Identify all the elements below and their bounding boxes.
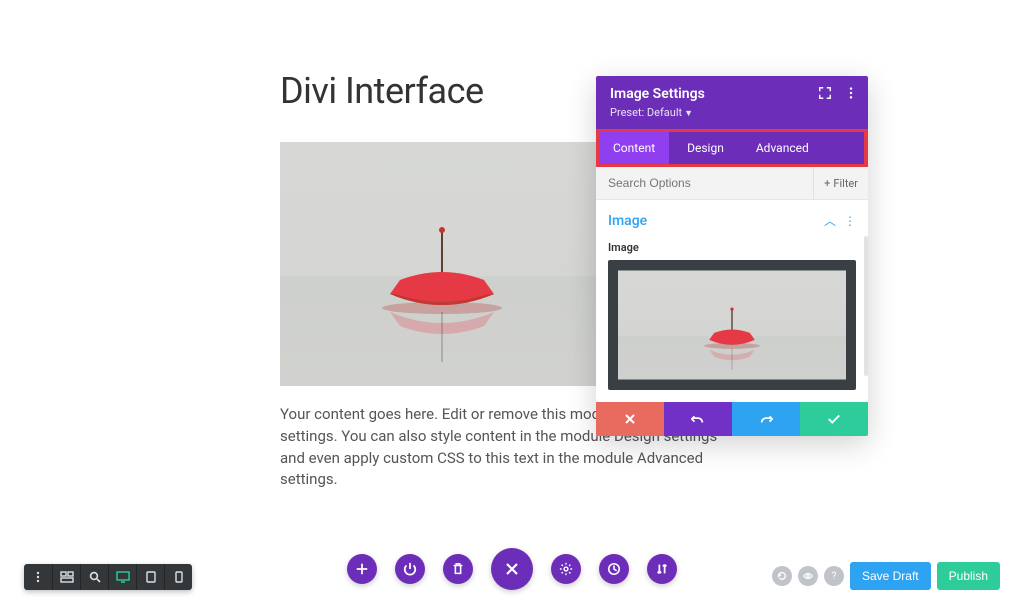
save-draft-button[interactable]: Save Draft [850,562,931,590]
discard-button[interactable] [596,402,664,436]
history-icon[interactable] [772,566,792,586]
search-row: + Filter [596,167,868,200]
tablet-view-button[interactable] [136,564,164,590]
confirm-button[interactable] [800,402,868,436]
panel-tabs-highlight: Content Design Advanced [596,129,868,167]
redo-button[interactable] [732,402,800,436]
builder-canvas: Divi Interface [0,0,1024,614]
publish-button[interactable]: Publish [937,562,1000,590]
section-title: Image [608,213,647,229]
page-title: Divi Interface [280,70,484,112]
search-input[interactable] [596,167,813,199]
scrollbar[interactable] [864,236,868,376]
kebab-icon[interactable] [24,564,52,590]
chevron-down-icon: ▼ [684,108,693,119]
add-button[interactable] [347,554,377,584]
viewport-bar [24,564,192,590]
tab-content[interactable]: Content [599,132,669,164]
plus-icon: + [824,177,830,190]
desktop-view-button[interactable] [108,564,136,590]
builder-toolbar [347,548,677,590]
section-header[interactable]: Image ︿ ⋮ [596,200,868,235]
publish-area: ? Save Draft Publish [772,562,1000,590]
image-preview[interactable] [608,260,856,390]
zoom-button[interactable] [80,564,108,590]
preset-selector[interactable]: Preset: Default▼ [610,106,854,119]
filter-button[interactable]: + Filter [813,167,868,199]
sort-button[interactable] [647,554,677,584]
tab-design[interactable]: Design [669,132,742,164]
expand-icon[interactable] [818,86,832,100]
panel-action-bar [596,402,868,436]
panel-header[interactable]: Image Settings Preset: Default▼ [596,76,868,129]
kebab-icon[interactable] [844,86,858,100]
phone-view-button[interactable] [164,564,192,590]
tab-advanced[interactable]: Advanced [742,132,823,164]
image-settings-panel: Image Settings Preset: Default▼ Content … [596,76,868,436]
umbrella-illustration [280,142,604,386]
chevron-up-icon[interactable]: ︿ [824,212,836,229]
kebab-icon[interactable]: ⋮ [844,214,856,228]
undo-button[interactable] [664,402,732,436]
trash-button[interactable] [443,554,473,584]
close-builder-button[interactable] [491,548,533,590]
eye-icon[interactable] [798,566,818,586]
wireframe-view-button[interactable] [52,564,80,590]
hero-image-module[interactable] [280,142,604,386]
settings-button[interactable] [551,554,581,584]
help-icon[interactable]: ? [824,566,844,586]
field-label-image: Image [596,235,868,260]
power-button[interactable] [395,554,425,584]
history-button[interactable] [599,554,629,584]
